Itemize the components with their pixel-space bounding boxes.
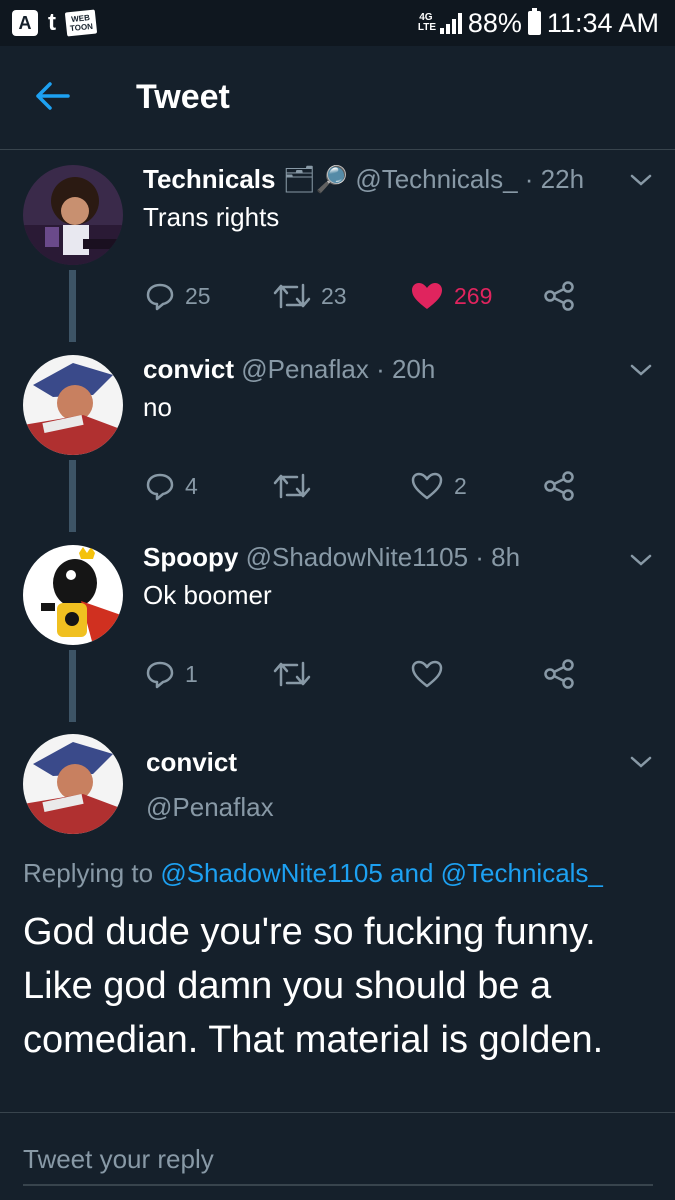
clock: 11:34 AM — [546, 7, 659, 38]
tweet-header: Spoopy @ShadowNite1105 · 8h — [143, 542, 520, 573]
retweet-icon — [273, 473, 311, 499]
retweet-count: 23 — [321, 282, 347, 309]
display-name[interactable]: convict — [146, 747, 237, 777]
replying-and[interactable]: and — [383, 858, 441, 888]
signal-icon — [439, 12, 462, 34]
chevron-down-icon[interactable] — [629, 172, 653, 188]
avatar[interactable] — [23, 355, 123, 455]
thread-connector — [69, 650, 76, 722]
avatar[interactable] — [23, 545, 123, 645]
top-app-bar: Tweet — [0, 46, 675, 150]
retweet-button[interactable] — [273, 466, 321, 506]
chevron-down-icon[interactable] — [629, 552, 653, 568]
replying-prefix: Replying to — [23, 858, 161, 888]
retweet-button[interactable]: 23 — [273, 276, 347, 316]
tweet-actions: 25 23 269 — [143, 276, 583, 316]
notification-icons: A t WEB TOON — [12, 9, 98, 37]
mention-link-1[interactable]: @ShadowNite1105 — [160, 858, 383, 888]
tweet-thread-screen: A t WEB TOON 4G LTE 88% 11:34 AM Tweet T… — [0, 0, 675, 1200]
name-badges: 🗂🔎 — [282, 164, 349, 194]
mention-link-2[interactable]: @Technicals_ — [441, 858, 603, 888]
handle[interactable]: @ShadowNite1105 — [246, 542, 469, 572]
handle-block: @Penaflax — [146, 792, 274, 823]
like-button[interactable]: 269 — [410, 276, 492, 316]
tweet-text: Trans rights — [143, 202, 280, 232]
handle[interactable]: @Technicals_ — [355, 164, 517, 194]
reply-count: 4 — [185, 472, 198, 499]
thread-connector — [69, 270, 76, 342]
like-count: 269 — [454, 282, 493, 309]
tweet-actions: 4 2 — [143, 466, 583, 506]
thread-tweet-1[interactable]: Technicals 🗂🔎 @Technicals_ · 22h Trans r… — [0, 150, 675, 342]
battery-percent: 88% — [467, 7, 522, 38]
retweet-icon — [273, 661, 311, 687]
share-button[interactable] — [543, 276, 575, 316]
like-button[interactable] — [410, 654, 454, 694]
tumblr-icon: t — [48, 9, 56, 36]
status-bar: A t WEB TOON 4G LTE 88% 11:34 AM — [0, 0, 675, 46]
share-icon — [544, 281, 574, 311]
display-name[interactable]: Spoopy — [143, 542, 238, 572]
system-status: 4G LTE 88% 11:34 AM — [418, 8, 659, 39]
network-type-icon: 4G LTE — [417, 12, 437, 33]
thread-connector — [69, 460, 76, 532]
reply-count: 1 — [185, 660, 198, 687]
timestamp: · 22h — [517, 164, 585, 194]
tweet-actions: 1 — [143, 654, 583, 694]
thread-tweet-3[interactable]: Spoopy @ShadowNite1105 · 8h Ok boomer 1 — [0, 530, 675, 722]
avatar[interactable] — [23, 734, 123, 834]
share-icon — [544, 471, 574, 501]
heart-outline-icon — [411, 660, 443, 688]
share-button[interactable] — [543, 654, 575, 694]
like-button[interactable]: 2 — [410, 466, 467, 506]
display-name-block: convict — [146, 747, 237, 778]
thread-tweet-2[interactable]: convict @Penaflax · 20h no 4 2 — [0, 340, 675, 532]
share-button[interactable] — [543, 466, 575, 506]
timestamp: · 8h — [468, 542, 521, 572]
replying-to-line: Replying to @ShadowNite1105 and @Technic… — [23, 858, 603, 889]
reply-button[interactable]: 25 — [145, 276, 211, 316]
chevron-down-icon[interactable] — [629, 754, 653, 770]
tweet-header: Technicals 🗂🔎 @Technicals_ · 22h — [143, 164, 584, 195]
reply-icon — [146, 661, 174, 689]
avatar[interactable] — [23, 165, 123, 265]
page-title: Tweet — [136, 78, 230, 116]
display-name[interactable]: convict — [143, 354, 234, 384]
reply-button[interactable]: 1 — [145, 654, 198, 694]
handle[interactable]: @Penaflax — [241, 354, 369, 384]
retweet-button[interactable] — [273, 654, 321, 694]
reply-icon — [146, 283, 174, 311]
display-name[interactable]: Technicals — [143, 164, 275, 194]
focused-tweet-author[interactable]: convict @Penaflax — [0, 720, 675, 850]
back-arrow-icon[interactable] — [34, 81, 70, 111]
focused-tweet-text: God dude you're so fucking funny. Like g… — [23, 911, 604, 1061]
webtoon-label-bottom: TOON — [69, 21, 94, 34]
heart-filled-icon — [412, 283, 442, 309]
share-icon — [544, 659, 574, 689]
tweet-text: Ok boomer — [143, 580, 272, 610]
tweet-header: convict @Penaflax · 20h — [143, 354, 435, 385]
reply-count: 25 — [185, 282, 211, 309]
tweet-text: no — [143, 392, 172, 422]
battery-icon — [527, 8, 541, 35]
reply-button[interactable]: 4 — [145, 466, 198, 506]
app-a-icon: A — [12, 10, 38, 36]
reply-icon — [146, 473, 174, 501]
webtoon-icon: WEB TOON — [64, 9, 98, 37]
like-count: 2 — [454, 472, 467, 499]
timestamp: · 20h — [368, 354, 436, 384]
reply-input[interactable] — [23, 1134, 653, 1186]
retweet-icon — [273, 283, 311, 309]
heart-outline-icon — [411, 472, 443, 500]
divider — [0, 1112, 675, 1113]
chevron-down-icon[interactable] — [629, 362, 653, 378]
handle[interactable]: @Penaflax — [146, 792, 274, 822]
